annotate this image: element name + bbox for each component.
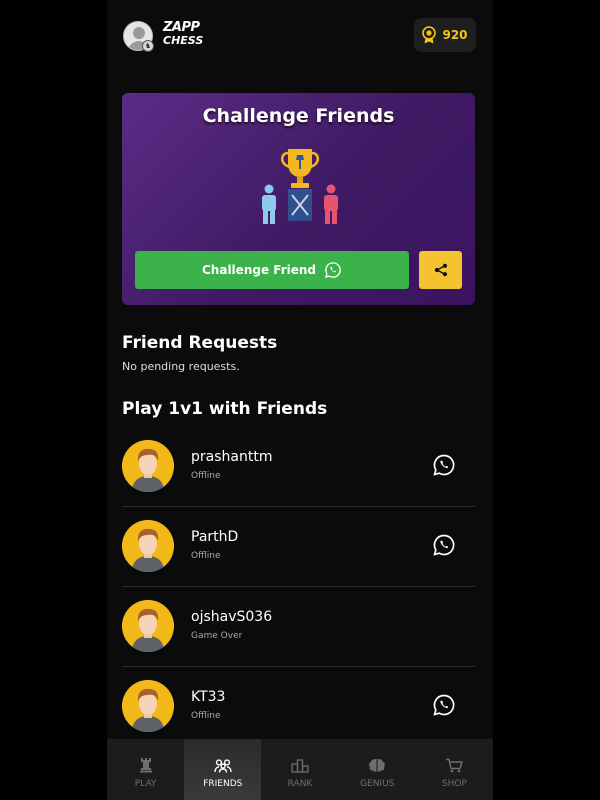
- whatsapp-icon[interactable]: [432, 693, 456, 717]
- friend-status: Offline: [191, 551, 221, 561]
- brain-icon: [369, 759, 386, 772]
- friend-requests-heading: Friend Requests: [122, 333, 278, 353]
- friend-status: Offline: [191, 471, 221, 481]
- share-icon: [434, 263, 447, 277]
- podium-icon: [291, 759, 309, 773]
- app-logo: ZAPP CHESS: [163, 21, 205, 47]
- nav-genius[interactable]: GENIUS: [339, 739, 416, 800]
- coins-value: 920: [442, 28, 468, 42]
- friends-icon: [214, 759, 232, 773]
- logo-line-1: ZAPP: [163, 20, 200, 35]
- challenge-friend-label: Challenge Friend: [202, 263, 316, 277]
- nav-friends[interactable]: FRIENDS: [184, 739, 262, 800]
- nav-rank[interactable]: RANK: [261, 739, 338, 800]
- rook-icon: [139, 758, 152, 773]
- friend-name: ojshavS036: [191, 609, 273, 625]
- nav-rank-label: RANK: [287, 779, 313, 789]
- friend-row[interactable]: ParthD Offline: [122, 507, 476, 587]
- whatsapp-icon[interactable]: [432, 453, 456, 477]
- challenge-friends-card: Challenge Friends Challenge Friend: [122, 93, 475, 305]
- friend-avatar: [122, 600, 174, 652]
- bottom-nav: PLAY FRIENDS RANK GENIUS SHOP: [107, 739, 493, 800]
- friend-status: Game Over: [191, 631, 243, 641]
- friend-row[interactable]: KT33 Offline: [122, 667, 476, 747]
- friend-row[interactable]: prashanttm Offline: [122, 427, 476, 507]
- friend-status: Offline: [191, 711, 221, 721]
- medal-icon: [422, 26, 437, 44]
- nav-play[interactable]: PLAY: [107, 739, 184, 800]
- friend-row[interactable]: ojshavS036 Game Over: [122, 587, 476, 667]
- nav-friends-label: FRIENDS: [203, 779, 243, 789]
- app-screen: ♞ ZAPP CHESS 920 Challenge Friends Chall…: [107, 0, 493, 800]
- friend-name: KT33: [191, 689, 226, 705]
- cart-icon: [446, 758, 464, 773]
- friend-avatar: [122, 680, 174, 732]
- share-button[interactable]: [419, 251, 462, 289]
- no-requests-text: No pending requests.: [122, 360, 240, 373]
- friend-name: prashanttm: [191, 449, 273, 465]
- whatsapp-icon[interactable]: [432, 533, 456, 557]
- whatsapp-icon: [325, 262, 341, 278]
- friend-name: ParthD: [191, 529, 239, 545]
- coins-balance[interactable]: 920: [414, 18, 476, 52]
- logo-line-2: CHESS: [163, 34, 204, 47]
- trophy-duel-illustration: [262, 149, 338, 224]
- nav-genius-label: GENIUS: [360, 779, 395, 789]
- top-header: ♞ ZAPP CHESS 920: [107, 0, 493, 72]
- friend-avatar: [122, 520, 174, 572]
- friend-avatar: [122, 440, 174, 492]
- play-with-friends-heading: Play 1v1 with Friends: [122, 399, 328, 419]
- nav-shop-label: SHOP: [441, 779, 467, 789]
- card-title: Challenge Friends: [202, 105, 395, 127]
- profile-badge-icon: ♞: [142, 40, 154, 52]
- nav-play-label: PLAY: [134, 779, 157, 789]
- nav-shop[interactable]: SHOP: [416, 739, 493, 800]
- challenge-friend-button[interactable]: Challenge Friend: [135, 251, 409, 289]
